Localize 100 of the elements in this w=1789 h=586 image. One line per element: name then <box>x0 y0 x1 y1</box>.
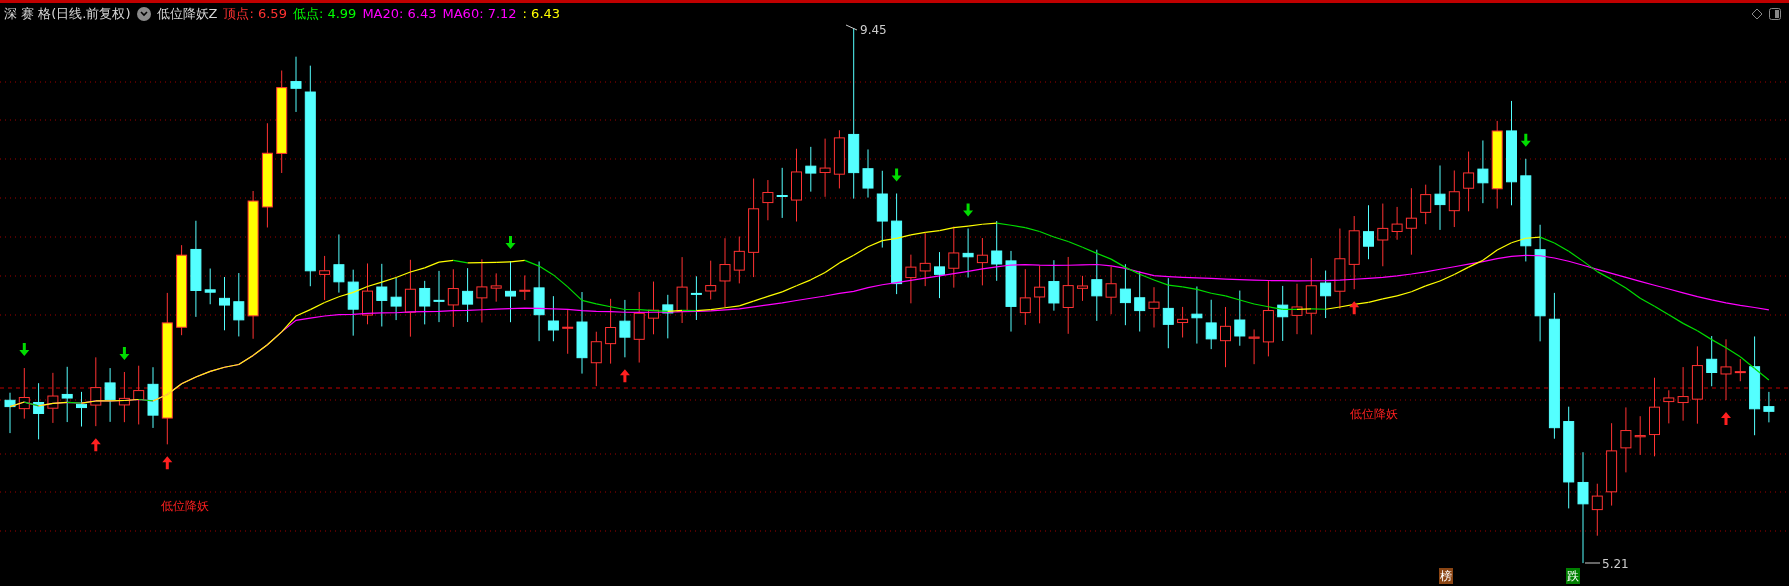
candlestick <box>376 263 388 327</box>
down-arrow-icon <box>505 236 516 250</box>
candlestick <box>547 295 559 342</box>
candlestick <box>1734 358 1746 382</box>
candlestick <box>1463 151 1475 212</box>
candlestick <box>290 56 302 113</box>
candlestick <box>1191 286 1203 345</box>
candlestick <box>976 237 988 286</box>
legend-value: 低点: 4.99 <box>292 4 357 23</box>
down-arrow-icon <box>891 168 902 182</box>
candlestick <box>47 372 59 424</box>
candlestick <box>1291 283 1303 335</box>
candlestick <box>762 179 774 221</box>
candlestick <box>76 391 87 427</box>
candlestick <box>562 309 574 355</box>
candlestick <box>1391 206 1403 241</box>
candlestick <box>1220 306 1231 368</box>
candlestick <box>1048 259 1060 312</box>
candlestick <box>1034 265 1046 324</box>
candlestick <box>776 167 788 219</box>
candlestick <box>1377 203 1389 267</box>
candlestick <box>147 366 159 429</box>
candlestick <box>433 270 445 323</box>
low-price-label: 5.21 <box>1602 557 1629 571</box>
candlestick <box>619 299 631 358</box>
candlestick <box>862 148 874 199</box>
candlestick <box>61 366 73 423</box>
candlestick <box>419 280 431 325</box>
candlestick <box>1119 263 1131 326</box>
candlestick <box>476 258 488 323</box>
candlestick <box>1320 270 1332 319</box>
down-arrow-icon <box>963 203 974 217</box>
legend-value: : 6.43 <box>522 4 561 23</box>
indicator-name: 低位降妖Z <box>156 4 218 23</box>
candlestick <box>648 281 659 335</box>
security-title: 深 赛 格(日线.前复权) <box>4 4 131 23</box>
marker-tag: 榜 <box>1439 568 1453 584</box>
down-arrow-icon <box>1520 133 1531 147</box>
candlestick <box>462 267 474 323</box>
candlestick <box>733 236 745 284</box>
chevron-down-icon[interactable] <box>136 6 151 21</box>
candlestick <box>133 365 145 425</box>
marker-tag: 跌 <box>1566 568 1580 584</box>
candlestick <box>934 251 945 299</box>
candlestick <box>1019 268 1031 326</box>
candlestick <box>1277 285 1289 342</box>
candlestick <box>519 274 531 301</box>
high-price-label: 9.45 <box>860 24 887 37</box>
candlestick <box>104 367 116 423</box>
candlestick <box>805 146 817 193</box>
candlestick <box>1706 335 1718 387</box>
candlestick <box>1477 140 1489 204</box>
legend-value: 顶点: 6.59 <box>223 4 287 23</box>
candlestick <box>605 298 617 365</box>
down-arrow-icon <box>119 347 130 360</box>
candlestick <box>90 356 102 427</box>
candlestick <box>233 272 245 337</box>
candlestick <box>447 268 459 328</box>
candlestick <box>1448 170 1460 228</box>
candlestick <box>1763 391 1775 423</box>
candlestick <box>1591 483 1603 537</box>
candlestick <box>705 260 717 300</box>
candlestick <box>204 268 216 305</box>
candlestick <box>118 371 130 423</box>
candlestick <box>590 331 602 387</box>
candlestick <box>719 237 731 308</box>
candlestick <box>905 254 917 304</box>
up-arrow-icon <box>1349 301 1360 315</box>
candlestick <box>490 272 502 303</box>
candlestick <box>319 255 331 301</box>
candlestick <box>962 228 974 278</box>
candlestick <box>948 226 960 289</box>
legend-value: MA20: 6.43 <box>362 4 437 23</box>
candlestick <box>1677 366 1689 422</box>
candlestick <box>347 269 359 337</box>
up-arrow-icon <box>90 438 101 452</box>
candlestick <box>33 382 45 440</box>
leader-line <box>845 24 858 31</box>
candlestick <box>1148 286 1160 328</box>
candlestick <box>18 367 30 420</box>
candlestick <box>4 392 16 434</box>
candlestick <box>690 275 702 321</box>
candlestick <box>1420 184 1432 225</box>
candlestick <box>991 220 1003 282</box>
candlestick <box>1634 415 1646 456</box>
candlestick <box>505 260 516 323</box>
up-arrow-icon <box>619 369 630 383</box>
signal-label: 低位降妖 <box>161 499 209 513</box>
candlestick <box>219 276 230 331</box>
candlestick <box>1720 338 1732 401</box>
signal-label: 低位降妖 <box>1350 407 1398 421</box>
candlestick <box>1205 299 1217 350</box>
candlestick <box>819 138 831 198</box>
up-arrow-icon <box>1721 412 1731 426</box>
panel-toggle-icon[interactable] <box>1769 7 1781 20</box>
candlestick <box>362 262 373 325</box>
candlestick <box>833 129 845 189</box>
diamond-icon[interactable] <box>1751 7 1763 20</box>
candlestick <box>919 232 931 287</box>
legend-value: MA60: 7.12 <box>442 4 517 23</box>
